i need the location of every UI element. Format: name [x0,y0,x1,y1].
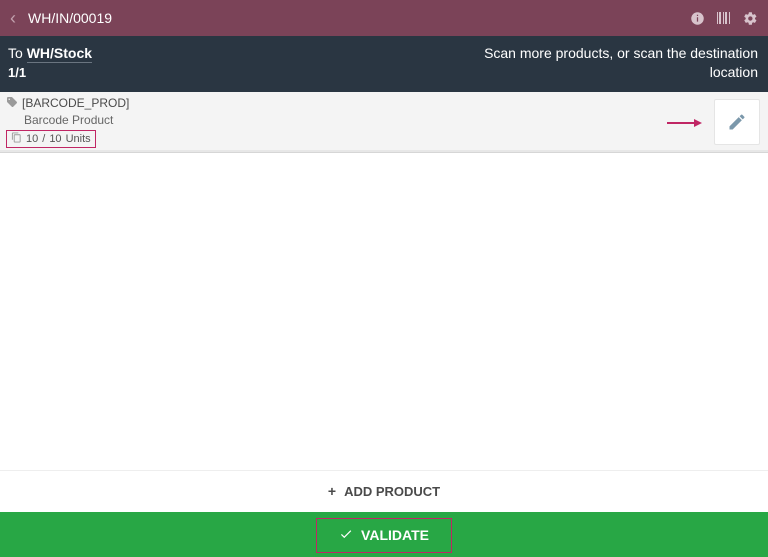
qty-total: 10 [49,133,61,145]
back-button[interactable]: ‹ [10,8,16,29]
to-label: To [8,45,23,61]
barcode-icon[interactable] [717,12,731,24]
add-product-button[interactable]: + ADD PRODUCT [0,470,768,512]
package-icon [11,132,22,146]
scan-hint: Scan more products, or scan the destinat… [458,44,758,82]
page-counter: 1/1 [8,64,92,82]
check-icon [339,527,353,544]
qty-separator: / [42,133,45,145]
picking-title: WH/IN/00019 [28,10,112,26]
plus-icon: + [328,483,336,499]
validate-button[interactable]: VALIDATE [316,518,452,553]
tag-icon [6,96,18,111]
destination-location[interactable]: WH/Stock [27,45,92,63]
top-bar: ‹ WH/IN/00019 [0,0,768,36]
qty-uom: Units [66,133,91,145]
info-icon[interactable] [690,11,705,26]
product-row[interactable]: [BARCODE_PROD] Barcode Product 10 / 10 U… [0,92,768,153]
product-list[interactable]: [BARCODE_PROD] Barcode Product 10 / 10 U… [0,92,768,470]
product-name: Barcode Product [24,113,666,127]
quantity-badge: 10 / 10 Units [6,130,96,148]
validate-label: VALIDATE [361,527,429,543]
validate-bar: VALIDATE [0,512,768,557]
add-product-label: ADD PRODUCT [344,484,440,499]
edit-button[interactable] [714,99,760,145]
arrow-right-icon [666,109,702,135]
destination-bar: To WH/Stock 1/1 Scan more products, or s… [0,36,768,92]
qty-done: 10 [26,133,38,145]
product-code: [BARCODE_PROD] [22,96,129,110]
gear-icon[interactable] [743,11,758,26]
